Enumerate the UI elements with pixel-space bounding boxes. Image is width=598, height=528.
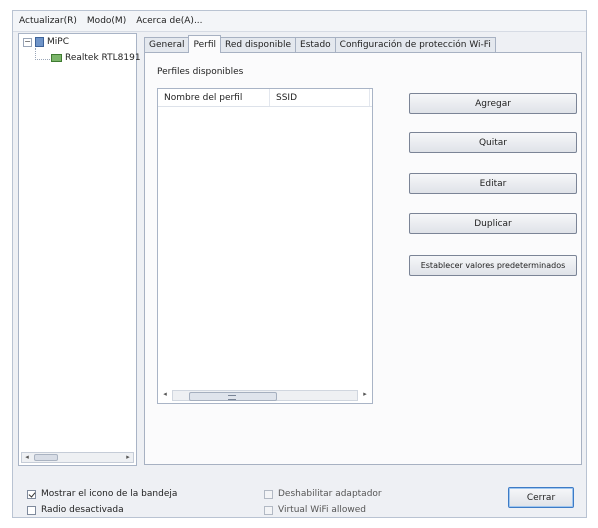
tab-profile[interactable]: Perfil <box>188 35 221 53</box>
tree-connector <box>35 48 50 60</box>
scroll-thumb[interactable] <box>34 454 58 461</box>
grip-icon <box>228 395 236 400</box>
available-profiles-label: Perfiles disponibles <box>157 67 244 77</box>
show-tray-icon-checkbox[interactable]: Mostrar el icono de la bandeja <box>27 489 177 499</box>
computer-icon <box>35 37 44 47</box>
tree-horizontal-scrollbar[interactable]: ◂ ▸ <box>21 452 134 463</box>
scroll-right-icon[interactable]: ▸ <box>123 453 133 462</box>
disable-adapter-checkbox: Deshabilitar adaptador <box>264 489 382 499</box>
column-header-profile-name[interactable]: Nombre del perfil <box>158 89 270 106</box>
add-button[interactable]: Agregar <box>409 93 577 114</box>
remove-button[interactable]: Quitar <box>409 132 577 153</box>
column-header-ssid[interactable]: SSID <box>270 89 370 106</box>
checkbox-label: Virtual WiFi allowed <box>278 505 366 515</box>
menu-refresh[interactable]: Actualizar(R) <box>19 16 77 26</box>
checkbox-box[interactable] <box>27 505 36 515</box>
tree-item-label: MiPC <box>47 37 69 47</box>
tab-status[interactable]: Estado <box>295 37 336 52</box>
device-tree[interactable]: − MiPC Realtek RTL8191 ◂ ▸ <box>18 33 141 466</box>
tab-available-network[interactable]: Red disponible <box>219 37 297 52</box>
checkbox-box <box>264 489 273 499</box>
scroll-left-icon[interactable]: ◂ <box>22 453 32 462</box>
list-header: Nombre del perfil SSID <box>158 89 372 107</box>
checkbox-box <box>264 505 273 515</box>
checkbox-label: Radio desactivada <box>41 505 124 515</box>
virtual-wifi-checkbox: Virtual WiFi allowed <box>264 505 366 515</box>
tree-item-adapter[interactable]: Realtek RTL8191 <box>51 53 141 63</box>
menu-mode[interactable]: Modo(M) <box>87 16 126 26</box>
tree-item-mipc[interactable]: − MiPC <box>23 37 69 47</box>
menu-about[interactable]: Acerca de(A)... <box>136 16 202 26</box>
edit-button[interactable]: Editar <box>409 173 577 194</box>
tab-strip: General Perfil Red disponible Estado Con… <box>144 35 496 53</box>
checkbox-box[interactable] <box>27 489 36 499</box>
scroll-left-icon[interactable]: ◂ <box>160 390 170 399</box>
network-adapter-icon <box>51 54 62 62</box>
set-defaults-button[interactable]: Establecer valores predeterminados <box>409 255 577 276</box>
duplicate-button[interactable]: Duplicar <box>409 213 577 234</box>
checkbox-label: Mostrar el icono de la bandeja <box>41 489 178 499</box>
collapse-icon[interactable]: − <box>23 37 32 47</box>
profiles-list[interactable]: Nombre del perfil SSID ◂ ▸ <box>157 88 373 404</box>
checkbox-label: Deshabilitar adaptador <box>278 489 382 499</box>
profile-panel: Perfiles disponibles Nombre del perfil S… <box>144 52 582 465</box>
tab-wps[interactable]: Configuración de protección Wi-Fi <box>334 37 496 52</box>
close-button[interactable]: Cerrar <box>508 487 574 508</box>
menu-bar: Actualizar(R) Modo(M) Acerca de(A)... <box>13 11 586 32</box>
radio-off-checkbox[interactable]: Radio desactivada <box>27 505 124 515</box>
scroll-thumb[interactable] <box>189 392 277 401</box>
scroll-right-icon[interactable]: ▸ <box>360 390 370 399</box>
tab-general[interactable]: General <box>144 37 190 52</box>
tree-item-label: Realtek RTL8191 <box>65 53 141 63</box>
utility-window: Actualizar(R) Modo(M) Acerca de(A)... − … <box>12 10 587 518</box>
scroll-track[interactable] <box>172 390 358 401</box>
list-horizontal-scrollbar[interactable]: ◂ ▸ <box>160 390 370 401</box>
